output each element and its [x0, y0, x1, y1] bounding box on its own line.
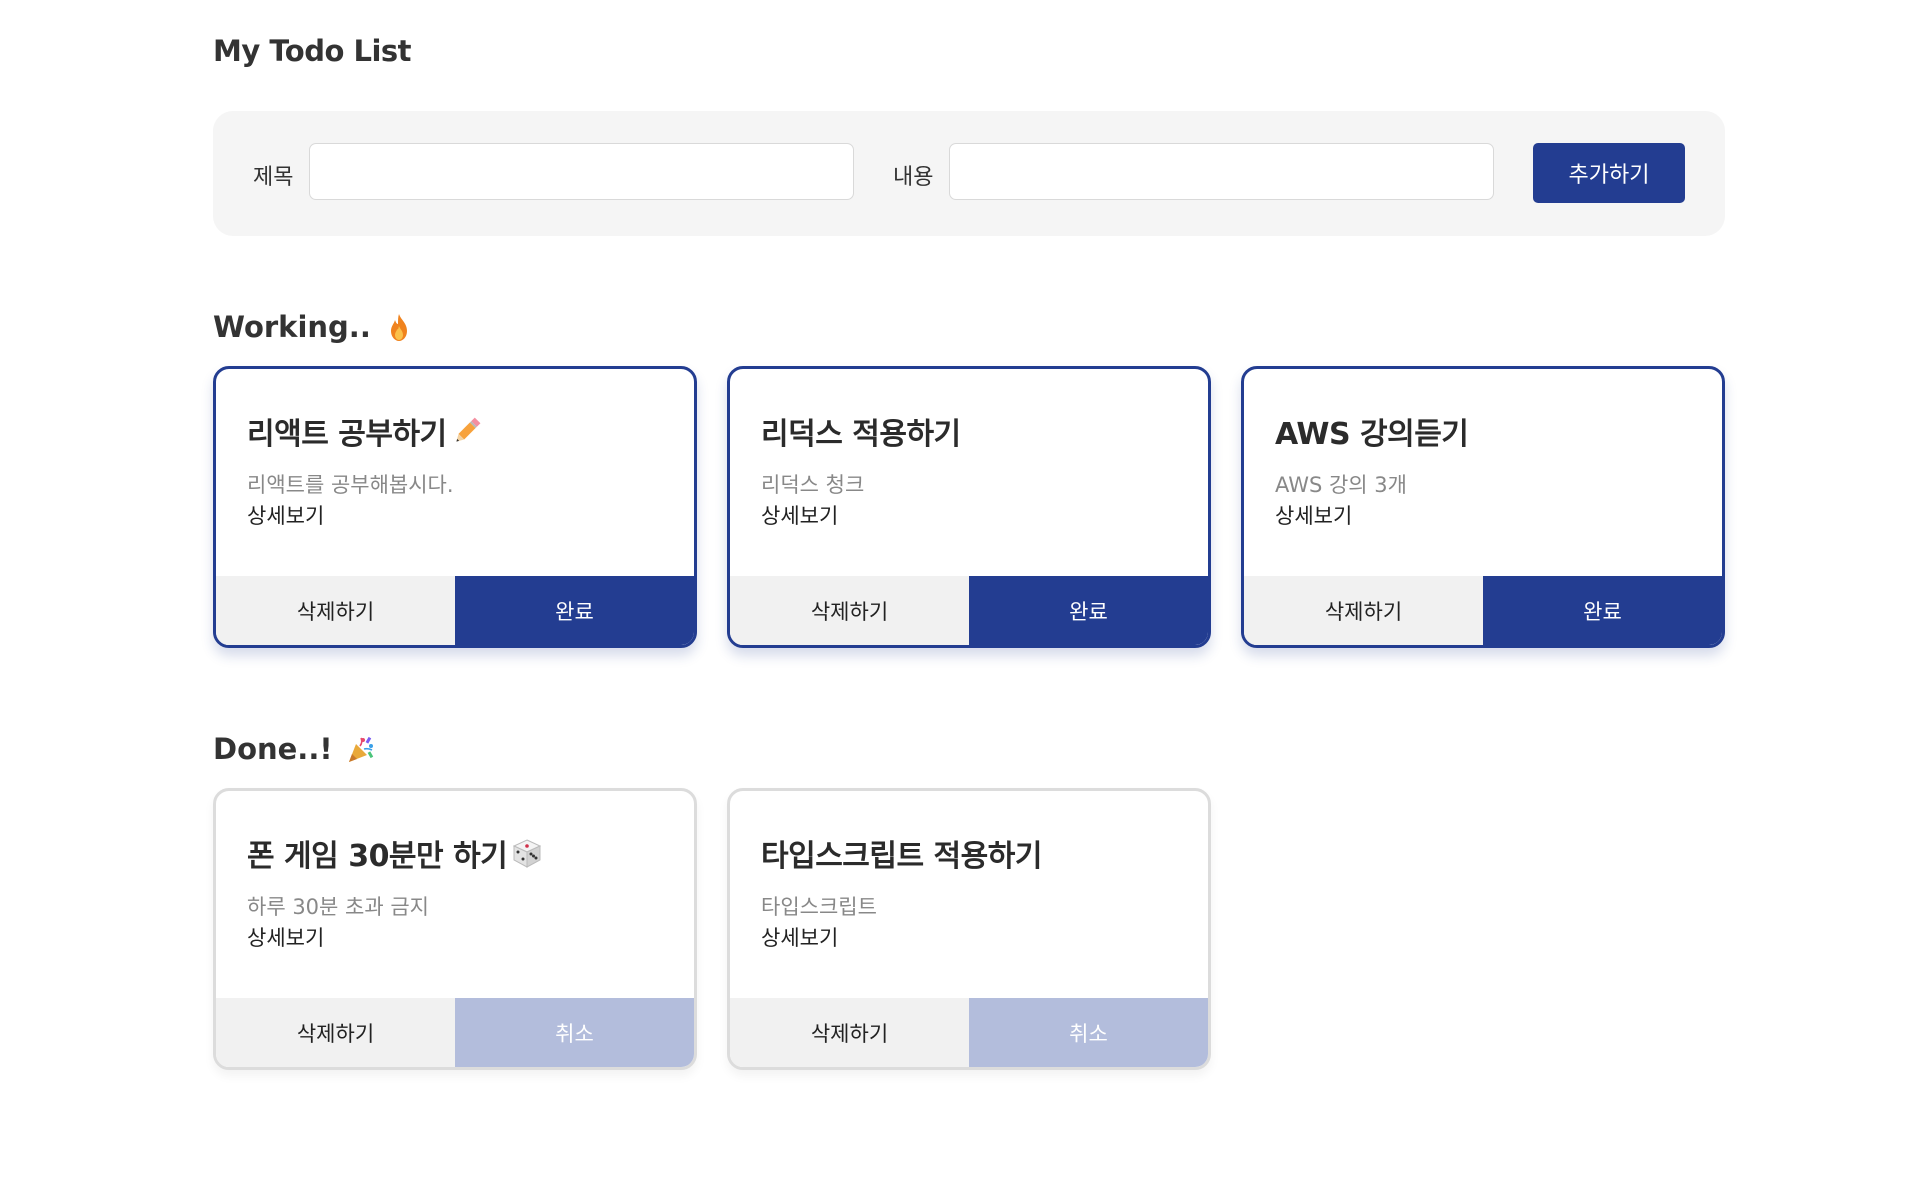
- content-input[interactable]: [949, 143, 1494, 200]
- complete-button[interactable]: 완료: [969, 576, 1208, 645]
- working-cards: 리액트 공부하기 리액트를 공부해봅시다. 상세보기 삭제하기 완료 리덕스 적…: [213, 366, 1725, 648]
- todo-card: 타입스크립트 적용하기 타입스크립트 상세보기 삭제하기 취소: [727, 788, 1211, 1070]
- working-section-title: Working..: [213, 310, 413, 344]
- card-title-text: 리덕스 적용하기: [761, 417, 961, 452]
- cancel-button[interactable]: 취소: [455, 998, 694, 1067]
- todo-page: My Todo List 제목 내용 추가하기 Working.. 리액트 공부…: [0, 0, 1920, 1186]
- pencil-icon: [451, 415, 483, 447]
- cancel-button[interactable]: 취소: [969, 998, 1208, 1067]
- delete-button[interactable]: 삭제하기: [216, 998, 455, 1067]
- add-button[interactable]: 추가하기: [1533, 143, 1685, 203]
- card-title-text: AWS 강의듣기: [1275, 417, 1469, 452]
- complete-button[interactable]: 완료: [1483, 576, 1722, 645]
- detail-link[interactable]: 상세보기: [247, 500, 324, 530]
- card-content: 타입스크립트: [761, 895, 877, 919]
- detail-link[interactable]: 상세보기: [1275, 500, 1352, 530]
- party-popper-icon: [347, 734, 375, 764]
- todo-card: 리덕스 적용하기 리덕스 청크 상세보기 삭제하기 완료: [727, 366, 1211, 648]
- card-content: 하루 30분 초과 금지: [247, 895, 429, 919]
- title-label: 제목: [253, 165, 294, 190]
- card-buttons: 삭제하기 완료: [216, 576, 694, 645]
- card-title: AWS 강의듣기: [1275, 409, 1469, 453]
- card-content: 리액트를 공부해봅시다.: [247, 473, 454, 497]
- card-buttons: 삭제하기 완료: [730, 576, 1208, 645]
- delete-button[interactable]: 삭제하기: [730, 576, 969, 645]
- todo-card: 리액트 공부하기 리액트를 공부해봅시다. 상세보기 삭제하기 완료: [213, 366, 697, 648]
- todo-card: 폰 게임 30분만 하기 하루 30분 초과 금지 상세보기 삭제하기 취소: [213, 788, 697, 1070]
- title-input[interactable]: [309, 143, 854, 200]
- card-title: 리액트 공부하기: [247, 409, 483, 453]
- card-title-text: 리액트 공부하기: [247, 417, 447, 452]
- done-cards: 폰 게임 30분만 하기 하루 30분 초과 금지 상세보기 삭제하기 취소 타…: [213, 788, 1725, 1070]
- detail-link[interactable]: 상세보기: [761, 500, 838, 530]
- card-buttons: 삭제하기 취소: [730, 998, 1208, 1067]
- content-label: 내용: [893, 165, 934, 190]
- card-buttons: 삭제하기 완료: [1244, 576, 1722, 645]
- done-section-title: Done..!: [213, 732, 375, 766]
- card-title: 폰 게임 30분만 하기: [247, 831, 543, 875]
- delete-button[interactable]: 삭제하기: [216, 576, 455, 645]
- detail-link[interactable]: 상세보기: [247, 922, 324, 952]
- page-title: My Todo List: [213, 34, 412, 68]
- card-title: 리덕스 적용하기: [761, 409, 961, 453]
- delete-button[interactable]: 삭제하기: [1244, 576, 1483, 645]
- card-buttons: 삭제하기 취소: [216, 998, 694, 1067]
- detail-link[interactable]: 상세보기: [761, 922, 838, 952]
- done-title-text: Done..!: [213, 732, 333, 766]
- fire-icon: [385, 312, 413, 342]
- card-content: 리덕스 청크: [761, 473, 865, 497]
- card-title: 타입스크립트 적용하기: [761, 831, 1042, 875]
- working-title-text: Working..: [213, 310, 371, 344]
- card-title-text: 폰 게임 30분만 하기: [247, 839, 508, 874]
- card-title-text: 타입스크립트 적용하기: [761, 839, 1042, 874]
- add-todo-form: 제목 내용 추가하기: [213, 111, 1725, 236]
- dice-icon: [511, 837, 543, 869]
- delete-button[interactable]: 삭제하기: [730, 998, 969, 1067]
- complete-button[interactable]: 완료: [455, 576, 694, 645]
- card-content: AWS 강의 3개: [1275, 473, 1407, 497]
- todo-card: AWS 강의듣기 AWS 강의 3개 상세보기 삭제하기 완료: [1241, 366, 1725, 648]
